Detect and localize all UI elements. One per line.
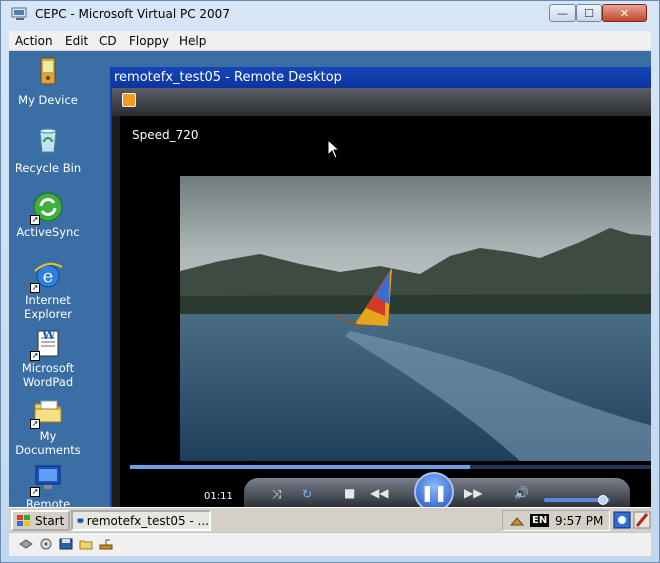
desktop-icon-label: My Documents (15, 429, 81, 457)
desktop-icon-label: Microsoft WordPad (21, 361, 75, 389)
guest-desktop: My Device Recycle Bin ↗ ActiveSync e ↗ I… (9, 51, 651, 532)
svg-text:e: e (43, 266, 54, 287)
shared-folder-icon[interactable] (79, 538, 93, 550)
remote-desktop-window: remotefx_test05 - Remote Desktop Speed_7… (110, 67, 651, 512)
desktop-icon-remote[interactable]: ↗ Remote (11, 463, 85, 511)
next-icon[interactable]: ▶▶ (464, 486, 482, 500)
desktop-show-icon[interactable] (613, 511, 631, 529)
hard-disk-icon[interactable] (19, 538, 33, 550)
taskbar-button-remote-desktop[interactable]: remotefx_test05 - ... (71, 510, 211, 531)
desktop-icon-my-device[interactable]: My Device (11, 55, 85, 107)
media-player-logo-icon (122, 93, 136, 107)
shortcut-arrow-icon: ↗ (30, 487, 40, 497)
stop-icon[interactable]: ■ (344, 486, 355, 500)
playback-controls: ⤨ ↻ ■ ◀◀ ❚❚ ▶▶ 🔊 (244, 472, 630, 512)
rdp-titlebar[interactable]: remotefx_test05 - Remote Desktop (112, 67, 651, 88)
connection-icon[interactable] (509, 515, 525, 527)
host-status-bar (9, 532, 651, 556)
remote-desktop-icon (77, 518, 84, 523)
rdp-window-title: remotefx_test05 - Remote Desktop (114, 70, 342, 85)
maximize-button[interactable]: ☐ (576, 4, 602, 22)
volume-knob[interactable] (598, 495, 609, 505)
host-titlebar[interactable]: CEPC - Microsoft Virtual PC 2007 — ☐ ✕ (1, 1, 659, 31)
pocket-device-icon (40, 57, 56, 85)
desktop-icon-wordpad[interactable]: W ↗ Microsoft WordPad (11, 327, 85, 389)
virtual-pc-window: CEPC - Microsoft Virtual PC 2007 — ☐ ✕ A… (0, 0, 660, 563)
pause-button[interactable]: ❚❚ (414, 472, 454, 512)
menu-cd[interactable]: CD (99, 34, 117, 48)
desktop-icon-recycle-bin[interactable]: Recycle Bin (11, 123, 85, 175)
desktop-icon-internet-explorer[interactable]: e ↗ Internet Explorer (11, 259, 85, 321)
video-title: Speed_720 (132, 128, 199, 142)
input-panel-icon[interactable] (633, 511, 651, 529)
menu-help[interactable]: Help (179, 34, 206, 48)
media-player-topbar (112, 88, 651, 116)
elapsed-time: 01:11 (204, 491, 233, 502)
previous-icon[interactable]: ◀◀ (370, 486, 388, 500)
system-tray: EN 9:57 PM (502, 510, 610, 531)
video-frame[interactable] (180, 176, 651, 461)
recycle-bin-icon (39, 128, 57, 153)
host-window-title: CEPC - Microsoft Virtual PC 2007 (35, 7, 230, 21)
start-label: Start (35, 513, 65, 528)
start-button[interactable]: Start (11, 510, 70, 531)
desktop-icon-label: Internet Explorer (24, 293, 72, 321)
shortcut-arrow-icon: ↗ (30, 283, 40, 293)
svg-text:W: W (41, 328, 56, 342)
shortcut-arrow-icon: ↗ (30, 419, 40, 429)
media-player-body: Speed_720 01:11 ⤨ ↻ ■ ◀◀ ❚❚ ▶▶ 🔊 (120, 116, 651, 512)
floppy-drive-icon[interactable] (59, 538, 73, 550)
virtual-pc-app-icon (11, 7, 27, 20)
shuffle-icon[interactable]: ⤨ (272, 487, 282, 502)
seek-bar[interactable] (130, 465, 651, 469)
clock: 9:57 PM (555, 514, 604, 528)
desktop-icon-label: Recycle Bin (14, 161, 82, 175)
host-menubar: Action Edit CD Floppy Help (9, 31, 651, 51)
language-indicator[interactable]: EN (530, 514, 550, 527)
network-icon[interactable] (99, 538, 113, 550)
menu-action[interactable]: Action (15, 34, 53, 48)
repeat-icon[interactable]: ↻ (302, 487, 312, 501)
shortcut-arrow-icon: ↗ (30, 215, 40, 225)
desktop-icon-activesync[interactable]: ↗ ActiveSync (11, 191, 85, 239)
close-button[interactable]: ✕ (602, 4, 647, 22)
menu-edit[interactable]: Edit (65, 34, 88, 48)
volume-icon[interactable]: 🔊 (514, 486, 529, 500)
desktop-icon-label: ActiveSync (16, 225, 80, 239)
taskbar-button-label: remotefx_test05 - ... (86, 513, 209, 528)
desktop-icon-label: My Device (18, 93, 78, 107)
guest-taskbar: Start remotefx_test05 - ... EN 9:57 PM (9, 507, 651, 532)
volume-slider[interactable] (544, 495, 610, 505)
mouse-pointer-icon (327, 139, 341, 159)
windows-logo-icon (17, 514, 30, 526)
seek-bar-fill (130, 465, 470, 469)
shortcut-arrow-icon: ↗ (30, 351, 40, 361)
menu-floppy[interactable]: Floppy (129, 34, 169, 48)
cd-drive-icon[interactable] (39, 538, 53, 550)
minimize-button[interactable]: — (549, 4, 576, 22)
desktop-icon-my-documents[interactable]: ↗ My Documents (11, 395, 85, 457)
